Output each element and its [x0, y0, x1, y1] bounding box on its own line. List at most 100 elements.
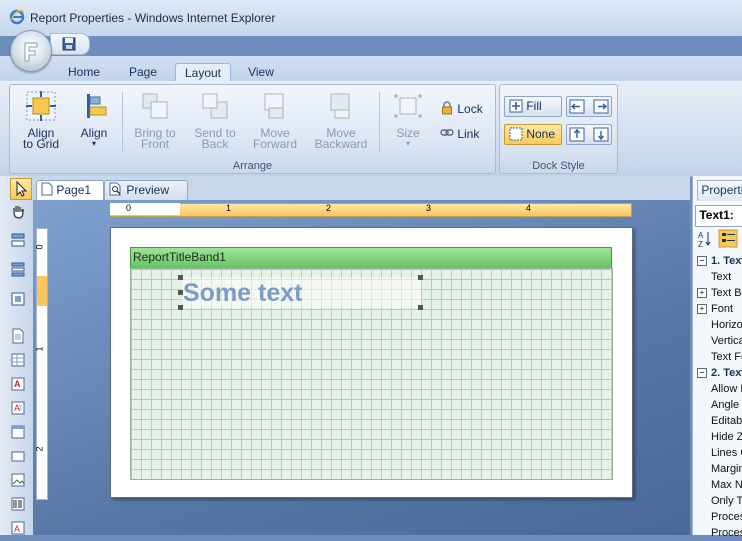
- move-backward-button[interactable]: Move Backward: [312, 90, 370, 150]
- vertical-ruler-band-marker: [37, 276, 47, 306]
- ruler-label: 0: [34, 244, 45, 250]
- properties-object-selector[interactable]: Text1:: [695, 205, 742, 227]
- property-row[interactable]: + Font: [697, 302, 742, 317]
- quick-access-toolbar: [50, 33, 90, 55]
- resize-handle[interactable]: [418, 305, 423, 310]
- ruler-label: 2: [326, 203, 332, 213]
- property-label: Horizontal Alignment: [711, 319, 742, 331]
- move-forward-label-2: Forward: [252, 137, 297, 151]
- collapse-icon[interactable]: −: [697, 368, 707, 379]
- property-label: Vertical Alignment: [711, 335, 742, 347]
- tab-preview[interactable]: Preview: [104, 180, 188, 200]
- dock-top-bottom-buttons[interactable]: [566, 124, 612, 145]
- property-row[interactable]: Allow HTML Tags: [697, 382, 742, 397]
- text-icon[interactable]: A: [10, 376, 26, 392]
- property-row[interactable]: Text: [697, 270, 742, 285]
- tab-view[interactable]: View: [238, 63, 284, 83]
- svg-text:A: A: [14, 379, 21, 389]
- size-icon: [394, 94, 422, 118]
- svg-text:A: A: [14, 524, 20, 534]
- align-icon: [87, 94, 107, 118]
- dock-fill-icon: [509, 99, 523, 113]
- resize-handle[interactable]: [178, 305, 183, 310]
- barcode-icon[interactable]: [10, 496, 26, 512]
- send-to-back-icon: [202, 93, 228, 119]
- property-row[interactable]: + Text Brush: [697, 286, 742, 301]
- property-row[interactable]: Vertical Alignment: [697, 334, 742, 349]
- property-row[interactable]: Max Number Of Lines: [697, 478, 742, 493]
- ruler-label: 2: [34, 446, 45, 452]
- property-row[interactable]: Process At End: [697, 526, 742, 541]
- align-button[interactable]: Align ▾: [72, 90, 116, 149]
- dock-none-button[interactable]: None: [504, 124, 562, 145]
- property-label: Hide Zeros: [711, 431, 742, 443]
- align-to-grid-label-2: to Grid: [22, 137, 59, 151]
- bring-to-front-label-2: Front: [140, 137, 169, 151]
- tab-page[interactable]: Page: [120, 63, 166, 83]
- dock-left-right-buttons[interactable]: [566, 96, 612, 117]
- dock-none-icon: [509, 127, 523, 141]
- expand-icon[interactable]: +: [697, 288, 707, 299]
- resize-handle[interactable]: [418, 275, 423, 280]
- lock-button[interactable]: Lock: [440, 101, 483, 116]
- pointer-icon: [16, 180, 28, 197]
- preview-magnifier-icon: [109, 182, 121, 196]
- resize-handle[interactable]: [178, 290, 183, 295]
- move-backward-label-2: Backward: [314, 137, 368, 151]
- horizontal-ruler: [110, 203, 632, 217]
- rich-text-icon[interactable]: A: [10, 400, 26, 416]
- container-icon[interactable]: [10, 424, 26, 440]
- expand-icon[interactable]: +: [697, 304, 707, 315]
- collapse-icon[interactable]: −: [697, 256, 707, 267]
- hand-pan-icon[interactable]: [10, 203, 26, 219]
- property-row[interactable]: Process At: [697, 510, 742, 525]
- move-forward-button[interactable]: Move Forward: [248, 90, 302, 150]
- bring-to-front-icon: [142, 93, 168, 119]
- size-button[interactable]: Size ▾: [386, 90, 430, 149]
- property-label: Only Text: [711, 495, 742, 507]
- save-icon[interactable]: [62, 37, 76, 51]
- table-icon[interactable]: [10, 352, 26, 368]
- property-row[interactable]: Only Text: [697, 494, 742, 509]
- ruler-label: 1: [34, 346, 45, 352]
- property-row[interactable]: Lines Of Underline: [697, 446, 742, 461]
- tab-home[interactable]: Home: [60, 63, 108, 83]
- align-to-grid-button[interactable]: Align to Grid: [18, 90, 64, 150]
- chevron-down-icon: ▾: [405, 139, 410, 148]
- link-button[interactable]: Link: [440, 126, 479, 141]
- sort-alphabetical-icon[interactable]: AZ: [698, 231, 711, 249]
- properties-toolbar: AZ: [698, 229, 738, 249]
- application-menu-button[interactable]: [10, 30, 52, 72]
- checkbox-icon[interactable]: A: [10, 520, 26, 536]
- property-row[interactable]: Angle: [697, 398, 742, 413]
- property-row[interactable]: Horizontal Alignment: [697, 318, 742, 333]
- svg-text:A: A: [698, 231, 704, 240]
- property-category[interactable]: −1. Text: [697, 254, 742, 269]
- dock-fill-button[interactable]: Fill: [504, 96, 562, 117]
- property-label: 2. Text Additional: [711, 367, 742, 379]
- band-insert-icon[interactable]: [10, 232, 26, 248]
- property-category[interactable]: −2. Text Additional: [697, 366, 742, 381]
- svg-text:A: A: [14, 403, 20, 413]
- property-label: Process At End: [711, 527, 742, 539]
- property-row[interactable]: Editable: [697, 414, 742, 429]
- resize-handle[interactable]: [178, 275, 183, 280]
- image-icon[interactable]: [10, 472, 26, 488]
- sort-categorized-icon[interactable]: [718, 229, 738, 248]
- properties-selected-object: Text1:: [699, 208, 734, 222]
- property-row[interactable]: Text Format: [697, 350, 742, 365]
- ruler-label: 3: [426, 203, 432, 213]
- page-icon[interactable]: [10, 328, 26, 344]
- tab-page1[interactable]: Page1: [36, 180, 104, 200]
- select-tool-active[interactable]: [10, 178, 32, 200]
- properties-tab[interactable]: Properties: [697, 180, 742, 201]
- panel-icon[interactable]: [10, 291, 26, 307]
- property-row[interactable]: Margins: [697, 462, 742, 477]
- vertical-ruler: [36, 228, 48, 500]
- shape-icon[interactable]: [10, 448, 26, 464]
- property-row[interactable]: Hide Zeros: [697, 430, 742, 445]
- band-list-icon[interactable]: [10, 261, 26, 277]
- application-logo-icon: [24, 42, 38, 62]
- bring-to-front-button[interactable]: Bring to Front: [128, 90, 182, 150]
- send-to-back-button[interactable]: Send to Back: [188, 90, 242, 150]
